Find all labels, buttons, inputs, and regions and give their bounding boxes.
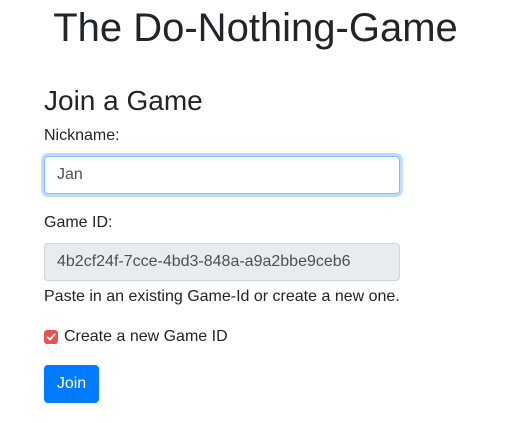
form-heading: Join a Game [44, 85, 203, 116]
game-id-input[interactable] [44, 243, 400, 281]
nickname-label: Nickname: [44, 127, 120, 144]
join-button[interactable]: Join [44, 365, 99, 403]
join-game-form: Join a Game Nickname: Game ID: Paste in … [44, 84, 404, 403]
create-new-game-id-checkbox-row[interactable]: Create a new Game ID [44, 327, 228, 347]
page-title: The Do-Nothing-Game [53, 6, 458, 50]
create-new-game-id-label: Create a new Game ID [64, 328, 228, 345]
create-new-game-id-checkbox[interactable] [44, 330, 58, 344]
checkmark-icon [46, 333, 56, 341]
nickname-input[interactable] [44, 156, 400, 194]
game-id-label: Game ID: [44, 214, 113, 231]
game-id-help-text: Paste in an existing Game-Id or create a… [44, 288, 400, 305]
